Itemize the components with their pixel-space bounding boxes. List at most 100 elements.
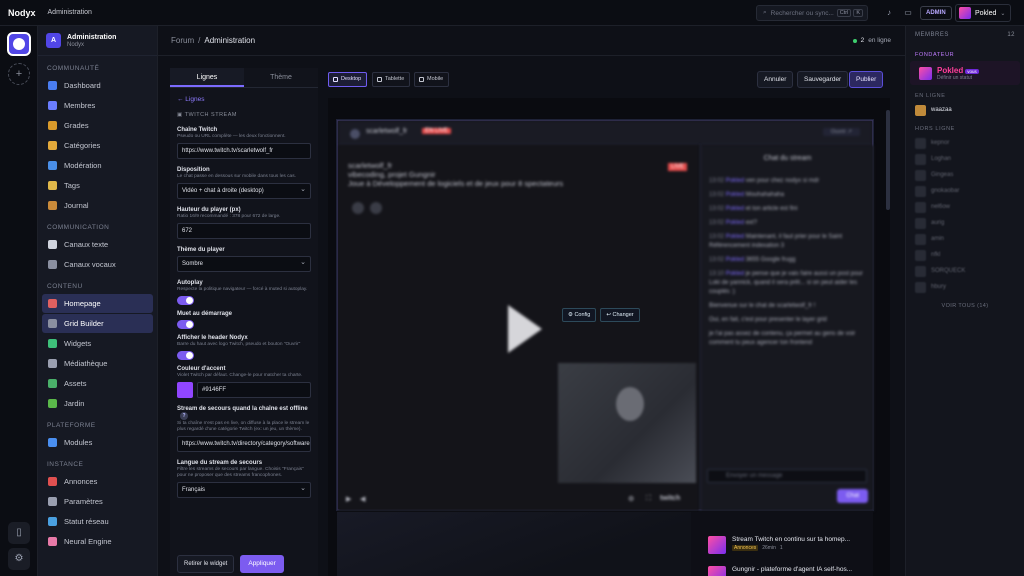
chat-message: 13:10 Pokled je pense que je vais faire … (709, 270, 869, 297)
sidebar-item-grades[interactable]: Grades (42, 116, 153, 135)
member-row[interactable]: SORQUECK (906, 263, 1024, 279)
sidebar-item-annonces[interactable]: Annonces (42, 472, 153, 491)
member-row[interactable]: nfkl (906, 247, 1024, 263)
book-icon[interactable]: ▯ (8, 522, 30, 544)
sidebar-item-journal[interactable]: Journal (42, 196, 153, 215)
sidebar-item-jardin[interactable]: Jardin (42, 394, 153, 413)
sidebar-item-cat-gories[interactable]: Catégories (42, 136, 153, 155)
sidebar-item-canaux-texte[interactable]: Canaux texte (42, 235, 153, 254)
video-player[interactable]: scarletwolf_fr vibecoding, projet Gungni… (338, 145, 700, 511)
member-row[interactable]: gnokaobar (906, 183, 1024, 199)
server-nodyx-button[interactable] (7, 32, 31, 56)
tab-theme[interactable]: Thème (244, 68, 318, 87)
sidebar-item-m-diath-que[interactable]: Médiathèque (42, 354, 153, 373)
sidebar-item-modules[interactable]: Modules (42, 433, 153, 452)
layout-select[interactable]: Vidéo + chat à droite (desktop) (177, 183, 311, 199)
remove-widget-button[interactable]: Retirer le widget (177, 555, 235, 573)
channel-input[interactable]: https://www.twitch.tv/scarletwolf_fr (177, 143, 311, 159)
preview-toolbar: Desktop Tablette Mobile Annuler Sauvegar… (328, 71, 884, 88)
founder-member[interactable]: Pokled vous Définir un statut (910, 61, 1020, 85)
media-icon (48, 359, 57, 368)
admin-badge[interactable]: ADMIN (920, 6, 952, 20)
member-row[interactable]: hbury (906, 279, 1024, 295)
member-row[interactable]: Loghan (906, 151, 1024, 167)
accent-color-swatch[interactable] (177, 382, 193, 398)
medal-icon (48, 121, 57, 130)
accent-color-input[interactable]: #9146FF (197, 382, 311, 398)
fullscreen-icon[interactable]: ⛶ (646, 495, 651, 503)
sidebar-section-title: INSTANCE (47, 461, 84, 468)
device-desktop-button[interactable]: Desktop (328, 72, 368, 87)
preview-scrollbar[interactable] (886, 110, 890, 210)
global-search-input[interactable]: ⌕ Rechercher ou sync... Ctrl K (756, 5, 868, 21)
chat-input[interactable]: Envoyer un message (707, 469, 867, 483)
apply-button[interactable]: Appliquer (240, 555, 284, 573)
sidebar-item-tags[interactable]: Tags (42, 176, 153, 195)
member-row[interactable]: amin (906, 231, 1024, 247)
avatar (915, 185, 926, 197)
help-icon[interactable]: ? (180, 412, 188, 420)
sidebar-item-neural-engine[interactable]: Neural Engine (42, 532, 153, 551)
gear-icon[interactable]: ⚙ (8, 548, 30, 570)
see-all-members-link[interactable]: VOIR TOUS (14) (906, 303, 1024, 309)
volume-icon[interactable]: ◀ (360, 495, 365, 503)
sidebar-item-label: Widgets (64, 339, 92, 348)
autoplay-toggle[interactable] (177, 296, 194, 305)
member-row[interactable]: kepnor (906, 135, 1024, 151)
chat-send-button[interactable]: Chat (837, 489, 868, 503)
cancel-button[interactable]: Annuler (757, 71, 794, 88)
chat-message: je l'ai pas assez de contenu, ça permet … (709, 331, 856, 346)
member-row[interactable]: Gingeas (906, 167, 1024, 183)
member-row[interactable]: waazaa (906, 102, 1024, 118)
play-icon[interactable] (508, 305, 542, 353)
sidebar-item-assets[interactable]: Assets (42, 374, 153, 393)
sidebar-item-dashboard[interactable]: Dashboard (42, 76, 153, 95)
muted-toggle[interactable] (177, 320, 194, 329)
add-server-button[interactable]: + (8, 63, 30, 85)
avatar (915, 265, 926, 277)
header-toggle[interactable] (177, 351, 194, 360)
kbd-ctrl: Ctrl (836, 9, 852, 17)
member-row[interactable]: nel6ow (906, 199, 1024, 215)
dashboard-icon (48, 81, 57, 90)
online-section: EN LIGNE (915, 93, 946, 99)
fallback-input[interactable]: https://www.twitch.tv/directory/category… (177, 436, 311, 452)
device-tablet-button[interactable]: Tablette (372, 72, 411, 87)
member-row[interactable]: aurig (906, 215, 1024, 231)
bell-icon[interactable]: ♪ (884, 8, 894, 18)
theme-select[interactable]: Sombre (177, 256, 311, 272)
avatar (915, 104, 926, 116)
settings-icon[interactable]: ⚙ (628, 495, 634, 503)
user-menu-button[interactable]: Pokled ⌄ (955, 4, 1011, 22)
sidebar-item-homepage[interactable]: Homepage (42, 294, 153, 313)
publish-button[interactable]: Publier (849, 71, 884, 88)
play-control-icon[interactable]: ▶ (346, 495, 351, 503)
news-thumbnail (708, 566, 726, 576)
open-stream-button[interactable]: Ouvrir ↗ (822, 128, 860, 136)
height-input[interactable]: 672 (177, 223, 311, 239)
message-icon[interactable]: ▭ (903, 8, 913, 18)
sidebar-item-widgets[interactable]: Widgets (42, 334, 153, 353)
sidebar-item-mod-ration[interactable]: Modération (42, 156, 153, 175)
sidebar-item-grid-builder[interactable]: Grid Builder (42, 314, 153, 333)
search-shortcut: Ctrl K (836, 9, 863, 17)
device-mobile-button[interactable]: Mobile (414, 72, 450, 87)
sidebar-section-title: COMMUNAUTÉ (47, 65, 100, 72)
news-item[interactable]: Gungnir - plateforme d'agent IA self-hos… (708, 566, 852, 576)
live-tag: LIVE (668, 163, 688, 171)
config-button[interactable]: ⚙ Config (562, 308, 597, 322)
sidebar-item-param-tres[interactable]: Paramètres (42, 492, 153, 511)
back-to-lines-link[interactable]: ← Lignes (170, 88, 318, 106)
sidebar-item-statut-r-seau[interactable]: Statut réseau (42, 512, 153, 531)
sidebar-item-canaux-vocaux[interactable]: Canaux vocaux (42, 255, 153, 274)
save-button[interactable]: Sauvegarder (797, 71, 849, 88)
tab-lignes[interactable]: Lignes (170, 68, 244, 87)
server-rail: + ▯ ⚙ (0, 26, 38, 576)
online-number: 2 (860, 37, 865, 44)
sidebar-item-membres[interactable]: Membres (42, 96, 153, 115)
brand-logo-text[interactable]: Nodyx (8, 8, 36, 18)
lang-select[interactable]: Français (177, 482, 311, 498)
news-item[interactable]: Stream Twitch en continu sur ta homep...… (708, 536, 850, 554)
breadcrumb-forum[interactable]: Forum (171, 36, 194, 45)
change-button[interactable]: ↩ Changer (600, 308, 640, 322)
